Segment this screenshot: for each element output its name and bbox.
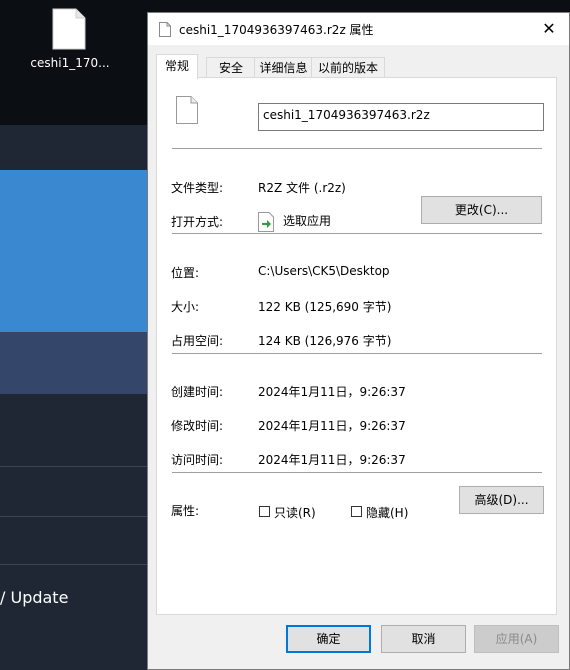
modified-label: 修改时间:: [171, 419, 224, 433]
opens-with-value: 选取应用: [283, 214, 332, 228]
separator: [172, 472, 542, 473]
size-label: 大小:: [171, 300, 200, 314]
file-type-icon: [176, 96, 198, 124]
readonly-checkbox[interactable]: [259, 506, 270, 517]
separator: [172, 148, 542, 149]
size-on-disk-value: 124 KB (126,976 字节): [258, 334, 392, 348]
tab-security[interactable]: 安全: [206, 57, 256, 78]
properties-dialog: ceshi1_1704936397463.r2z 属性 ✕ 常规 安全 详细信息…: [147, 12, 570, 670]
tab-previous-versions[interactable]: 以前的版本: [311, 57, 385, 78]
advanced-button[interactable]: 高级(D)...: [459, 486, 544, 514]
change-button[interactable]: 更改(C)...: [421, 196, 542, 224]
file-icon: [52, 8, 86, 50]
close-icon: ✕: [542, 19, 556, 38]
opens-with-label: 打开方式:: [171, 215, 224, 229]
tab-general[interactable]: 常规: [156, 54, 198, 79]
created-label: 创建时间:: [171, 385, 224, 399]
general-tab-page: ceshi1_1704936397463.r2z 文件类型: R2Z 文件 (.…: [156, 77, 557, 615]
hidden-checkbox[interactable]: [351, 506, 362, 517]
separator: [172, 233, 542, 234]
desktop-icon-label: ceshi1_170...: [30, 56, 110, 70]
cancel-button[interactable]: 取消: [381, 625, 466, 653]
close-button[interactable]: ✕: [529, 13, 569, 45]
created-value: 2024年1月11日，9:26:37: [258, 385, 406, 399]
tab-details[interactable]: 详细信息: [254, 57, 313, 78]
filename-field[interactable]: ceshi1_1704936397463.r2z: [258, 103, 544, 131]
dialog-title: ceshi1_1704936397463.r2z 属性: [179, 23, 374, 37]
accessed-value: 2024年1月11日，9:26:37: [258, 453, 406, 467]
file-type-value: R2Z 文件 (.r2z): [258, 181, 346, 195]
ok-button[interactable]: 确定: [286, 625, 371, 653]
readonly-label[interactable]: 只读(R): [274, 504, 316, 521]
location-value: C:\Users\CK5\Desktop: [258, 264, 390, 278]
dialog-titlebar[interactable]: ceshi1_1704936397463.r2z 属性 ✕: [148, 13, 569, 45]
attributes-label: 属性:: [171, 504, 200, 518]
size-on-disk-label: 占用空间:: [171, 334, 224, 348]
location-label: 位置:: [171, 266, 200, 280]
hidden-label[interactable]: 隐藏(H): [366, 504, 408, 521]
size-value: 122 KB (125,690 字节): [258, 300, 392, 314]
modified-value: 2024年1月11日，9:26:37: [258, 419, 406, 433]
separator: [172, 353, 542, 354]
choose-app-icon: [258, 212, 274, 232]
accessed-label: 访问时间:: [171, 453, 224, 467]
file-icon: [159, 22, 171, 37]
background-update-text: / Update: [0, 588, 69, 607]
file-type-label: 文件类型:: [171, 181, 224, 195]
apply-button: 应用(A): [474, 625, 559, 653]
